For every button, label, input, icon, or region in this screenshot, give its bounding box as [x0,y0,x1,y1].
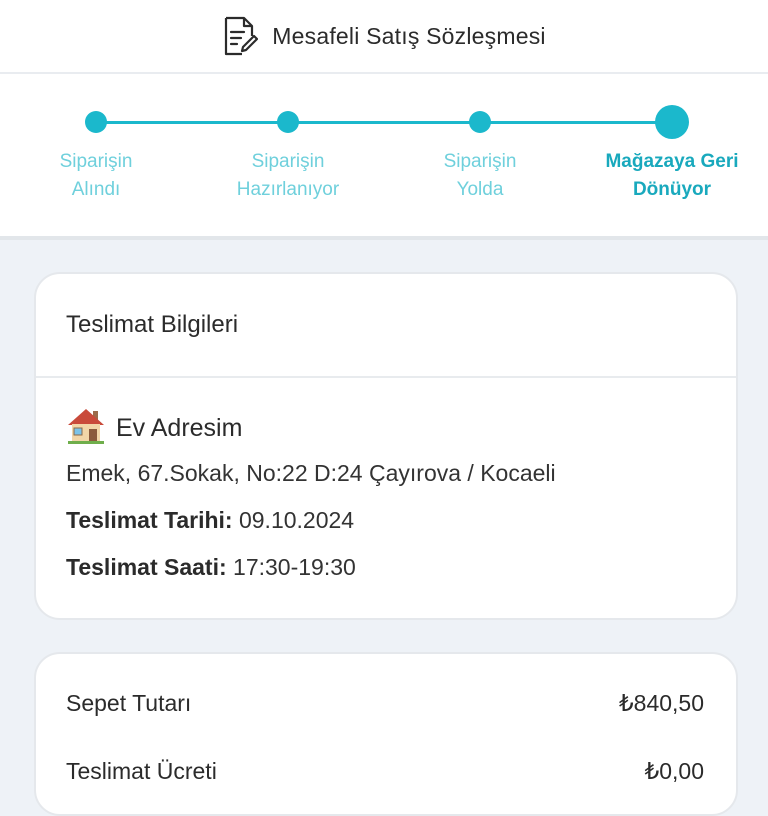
address-title: Ev Adresim [66,406,706,450]
document-edit-icon [222,16,259,56]
step-dot [85,111,107,133]
delivery-info-title: Teslimat Bilgileri [36,274,736,378]
step-dot-current [655,105,689,139]
step-label: Siparişin Hazırlanıyor [236,151,340,200]
summary-label: Teslimat Ücreti [66,758,217,784]
delivery-time-label: Teslimat Saati: [66,554,227,580]
summary-row: Sepet Tutarı ₺840,50 [66,690,704,717]
order-summary-card: Sepet Tutarı ₺840,50 Teslimat Ücreti ₺0,… [34,652,738,816]
step-label: Siparişin Alındı [59,151,133,200]
delivery-info-card: Teslimat Bilgileri Ev Adresim Emek, 67.S… [34,272,738,620]
delivery-time-row: Teslimat Saati: 17:30-19:30 [66,550,706,584]
delivery-date-row: Teslimat Tarihi: 09.10.2024 [66,503,706,537]
top-bar: Mesafeli Satış Sözleşmesi [0,0,768,74]
delivery-date-label: Teslimat Tarihi: [66,507,233,533]
contract-label: Mesafeli Satış Sözleşmesi [272,22,546,49]
house-icon [66,406,106,451]
step-dot [469,111,491,133]
step-dot [277,111,299,133]
summary-row: Teslimat Ücreti ₺0,00 [66,758,704,785]
address-line: Emek, 67.Sokak, No:22 D:24 Çayırova / Ko… [66,460,556,486]
summary-value: ₺840,50 [619,690,704,716]
step-label: Siparişin Yolda [443,151,517,200]
step-label: Mağazaya Geri Dönüyor [605,151,739,200]
tracker-line [96,121,672,124]
summary-value: ₺0,00 [644,758,704,784]
distance-sales-contract-link[interactable]: Mesafeli Satış Sözleşmesi [222,16,546,56]
delivery-date-value: 09.10.2024 [238,507,355,533]
address-name: Ev Adresim [116,413,243,442]
summary-label: Sepet Tutarı [66,690,192,716]
delivery-time-value: 17:30-19:30 [233,554,356,580]
order-status-tracker: Siparişin Alındı Siparişin Hazırlanıyor … [0,74,768,240]
